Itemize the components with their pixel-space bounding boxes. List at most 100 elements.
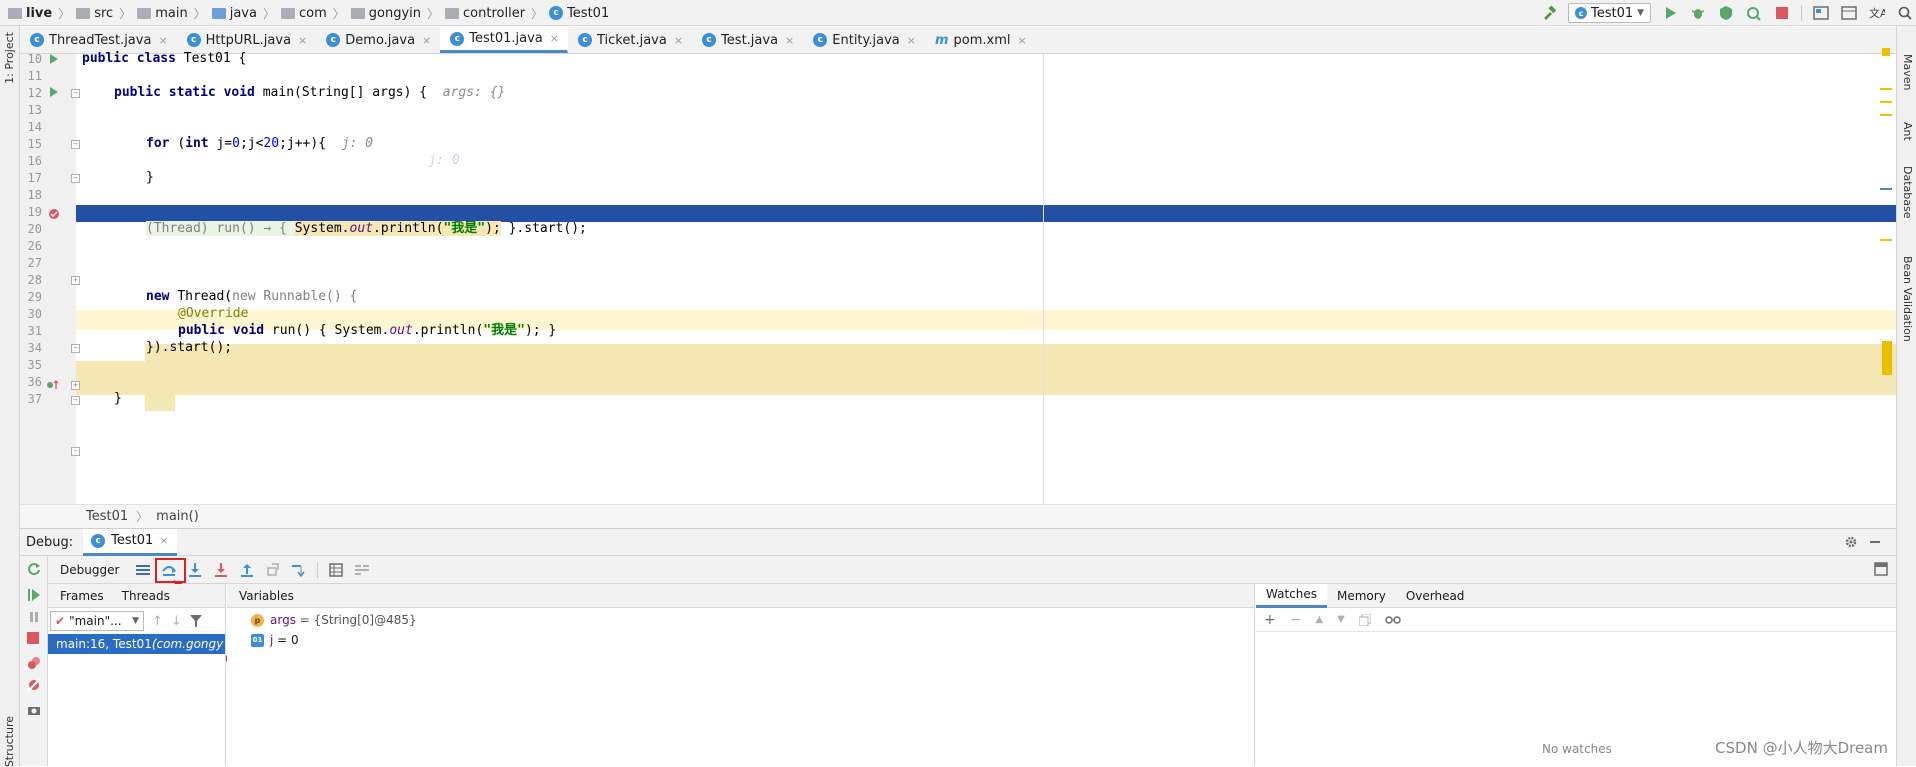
translate-icon[interactable]: 文A — [1868, 4, 1886, 22]
fold-icon[interactable]: − — [71, 396, 80, 405]
arrow-up-icon[interactable]: ↑ — [152, 614, 163, 629]
fold-icon[interactable]: − — [71, 447, 80, 456]
breadcrumb-item-src[interactable]: src — [76, 6, 113, 21]
breadcrumb-item-java[interactable]: java — [212, 6, 257, 21]
highlight-stripe[interactable] — [1882, 341, 1892, 375]
structure-tool-button[interactable]: Structure — [3, 716, 16, 767]
maven-tool-button[interactable]: Maven — [1901, 54, 1914, 90]
tab-watches[interactable]: Watches — [1256, 584, 1327, 608]
code-editor[interactable]: 10 11 12 13 14 15 16 17 18 19 20 26 27 2… — [20, 54, 1896, 504]
breadcrumb-item-controller[interactable]: controller — [445, 6, 525, 21]
code-breadcrumb-class[interactable]: Test01 — [86, 509, 128, 524]
coverage-icon[interactable] — [1717, 4, 1735, 22]
debug-session-tab[interactable]: c Test01 × — [83, 529, 176, 556]
breadcrumb-item-com[interactable]: com — [281, 6, 327, 21]
warning-stripe[interactable] — [1880, 114, 1892, 116]
variable-row[interactable]: 01 j = 0 — [227, 630, 1254, 650]
thread-selector[interactable]: ✔ "main"... ▼ — [50, 611, 144, 631]
settings-gear-icon[interactable] — [1844, 535, 1858, 549]
variable-row[interactable]: p args = {String[0]@485} — [227, 610, 1254, 630]
copy-icon[interactable] — [1359, 614, 1371, 626]
close-icon[interactable]: × — [907, 34, 916, 47]
warning-stripe[interactable] — [1880, 88, 1892, 90]
run-gutter-icon[interactable] — [49, 87, 59, 97]
tab-memory[interactable]: Memory — [1327, 584, 1396, 608]
camera-icon[interactable] — [27, 704, 41, 716]
warning-stripe[interactable] — [1880, 239, 1892, 241]
tab-demo[interactable]: cDemo.java× — [316, 27, 440, 53]
breakpoint-stripe[interactable] — [1880, 188, 1892, 190]
restore-layout-icon[interactable] — [1874, 562, 1888, 576]
code-breadcrumb-method[interactable]: main() — [156, 509, 199, 524]
breadcrumb-item-test01[interactable]: cTest01 — [549, 6, 609, 21]
stop-icon[interactable] — [1773, 4, 1791, 22]
tab-test01[interactable]: cTest01.java× — [440, 27, 568, 53]
view-breakpoints-icon[interactable] — [27, 656, 41, 670]
breakpoint-icon[interactable] — [48, 208, 60, 220]
project-tool-button[interactable]: 1: Project — [3, 32, 16, 84]
move-up-icon[interactable]: ▲ — [1315, 614, 1323, 625]
inspection-marker[interactable] — [1882, 48, 1890, 56]
stop-icon[interactable] — [27, 632, 39, 644]
threads-tab[interactable]: Threads — [122, 589, 170, 603]
bean-validation-tool-button[interactable]: Bean Validation — [1901, 256, 1914, 342]
layout-icon[interactable] — [1840, 4, 1858, 22]
tab-test[interactable]: cTest.java× — [692, 27, 803, 53]
close-icon[interactable]: × — [785, 34, 794, 47]
close-icon[interactable]: × — [158, 34, 167, 47]
profile-icon[interactable] — [1745, 4, 1763, 22]
fold-icon[interactable]: − — [71, 89, 80, 98]
step-out-icon[interactable] — [237, 560, 257, 580]
fold-icon[interactable]: − — [71, 174, 80, 183]
run-icon[interactable] — [1661, 4, 1679, 22]
step-into-icon[interactable] — [185, 560, 205, 580]
close-icon[interactable]: × — [550, 32, 559, 45]
add-icon[interactable]: + — [1264, 612, 1276, 628]
close-icon[interactable]: × — [1018, 34, 1027, 47]
stack-frame-row[interactable]: main:16, Test01 (com.gongy — [48, 634, 225, 654]
arrow-down-icon[interactable]: ↓ — [171, 614, 182, 629]
fold-icon[interactable]: − — [71, 140, 80, 149]
remove-icon[interactable]: − — [1290, 612, 1302, 628]
debug-bug-icon[interactable] — [1689, 4, 1707, 22]
build-hammer-icon[interactable] — [1540, 4, 1558, 22]
database-tool-button[interactable]: Database — [1901, 166, 1914, 219]
fold-icon[interactable]: + — [71, 381, 80, 390]
run-to-cursor-icon[interactable] — [289, 560, 309, 580]
project-structure-icon[interactable] — [1812, 4, 1830, 22]
breadcrumb-item-main[interactable]: main — [137, 6, 187, 21]
run-gutter-icon[interactable] — [49, 54, 59, 64]
warning-stripe[interactable] — [1880, 101, 1892, 103]
close-icon[interactable]: × — [674, 34, 683, 47]
filter-icon[interactable] — [190, 615, 202, 627]
pause-icon[interactable] — [27, 610, 41, 624]
drop-frame-icon[interactable] — [263, 560, 283, 580]
debugger-tab[interactable]: Debugger — [60, 563, 119, 577]
rerun-icon[interactable] — [27, 562, 41, 576]
move-down-icon[interactable]: ▼ — [1337, 614, 1345, 625]
close-icon[interactable]: × — [159, 534, 168, 547]
force-step-into-icon[interactable] — [211, 560, 231, 580]
tab-ticket[interactable]: cTicket.java× — [568, 27, 692, 53]
close-icon[interactable]: × — [298, 34, 307, 47]
override-method-icon[interactable] — [46, 379, 60, 391]
breadcrumb-item-gongyin[interactable]: gongyin — [351, 6, 421, 21]
close-icon[interactable]: × — [422, 34, 431, 47]
fold-icon[interactable]: − — [71, 344, 80, 353]
run-configuration-select[interactable]: c Test01 ▼ — [1568, 3, 1651, 23]
glasses-icon[interactable] — [1385, 615, 1401, 625]
fold-icon[interactable]: + — [71, 276, 80, 285]
breadcrumb-item-live[interactable]: live — [8, 6, 52, 21]
frames-tab[interactable]: Frames — [60, 589, 104, 603]
search-icon[interactable] — [1896, 4, 1914, 22]
resume-icon[interactable] — [27, 588, 41, 602]
evaluate-expression-icon[interactable] — [326, 560, 346, 580]
minimize-icon[interactable] — [1870, 541, 1880, 543]
tab-pom[interactable]: mpom.xml× — [925, 27, 1036, 53]
trace-stream-icon[interactable] — [352, 560, 372, 580]
mute-breakpoints-icon[interactable] — [27, 678, 41, 692]
ant-tool-button[interactable]: Ant — [1901, 122, 1914, 141]
tab-overhead[interactable]: Overhead — [1396, 584, 1475, 608]
show-execution-point-icon[interactable] — [133, 560, 153, 580]
tab-entity[interactable]: cEntity.java× — [803, 27, 925, 53]
